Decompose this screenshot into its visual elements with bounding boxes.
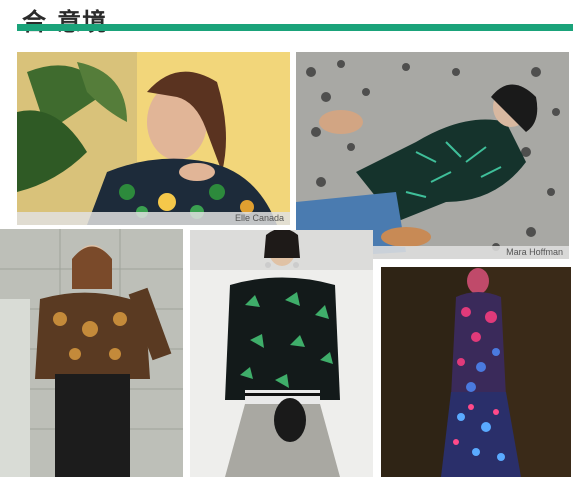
title-underline-bar [17,24,573,31]
photo-tropical-blouse: Elle Canada [17,52,290,225]
photo-palm-shirt [190,230,373,477]
photo-neon-sequin [381,267,571,477]
photo-caption: Elle Canada [17,212,290,225]
photo-subway-metallic [0,229,183,477]
photo-leopard-rug: Mara Hoffman [296,52,569,259]
page-title: 合.意境 [22,8,108,36]
